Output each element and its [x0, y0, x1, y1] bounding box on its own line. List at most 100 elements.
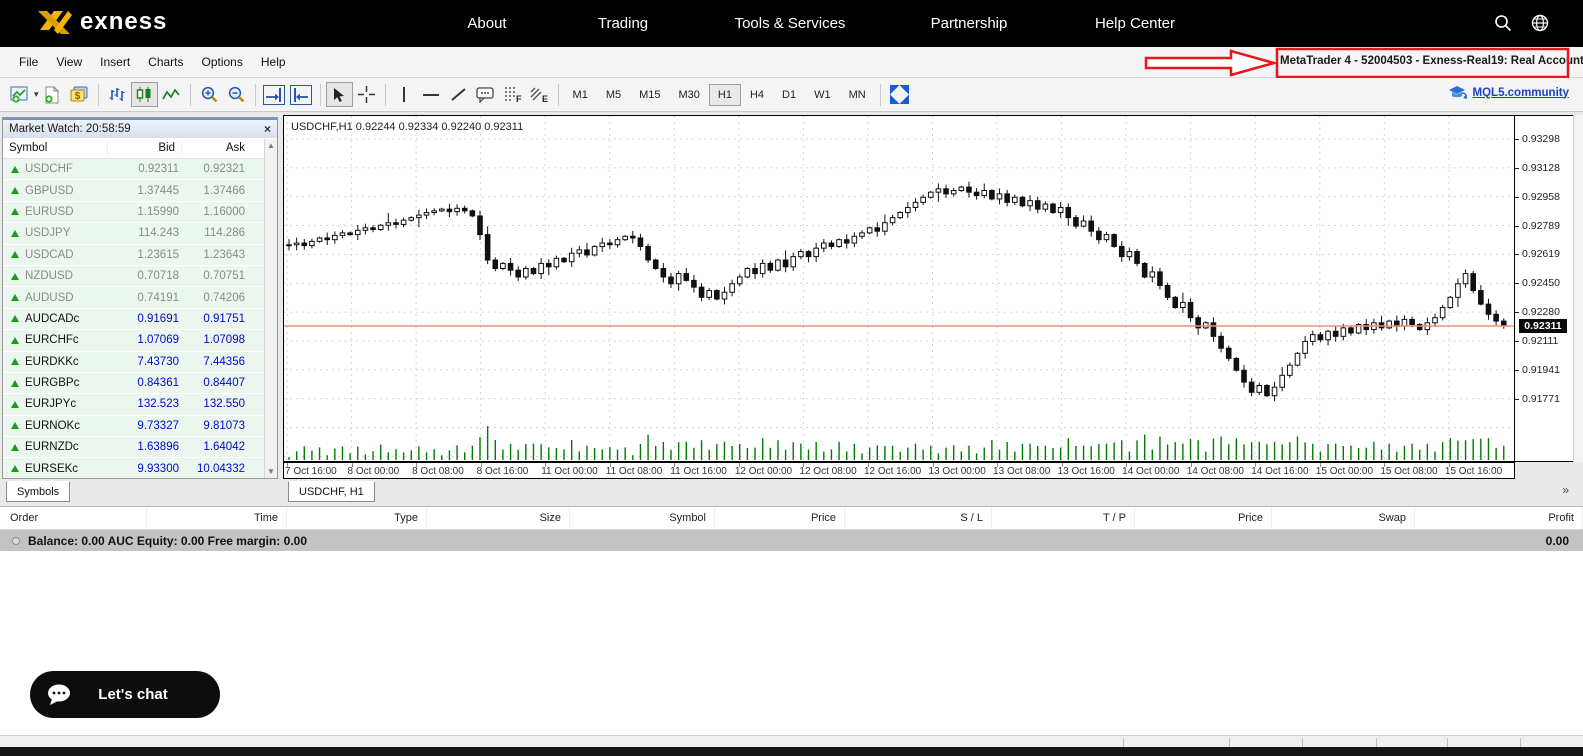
balance-row[interactable]: Balance: 0.00 AUC Equity: 0.00 Free marg… — [0, 530, 1583, 551]
time-axis-tick — [1255, 463, 1256, 467]
timeframe-m30[interactable]: M30 — [670, 84, 709, 106]
time-axis-tick — [416, 463, 417, 467]
terminal-column-symbol[interactable]: Symbol — [570, 507, 715, 529]
bid-value: 1.37445 — [111, 185, 185, 197]
price-axis[interactable]: 0.92311 0.932980.931280.929580.927890.92… — [1515, 115, 1573, 462]
market-watch-row-eurnokc[interactable]: EURNOKc9.733279.81073 — [3, 416, 264, 437]
auto-scroll-button[interactable] — [261, 82, 288, 107]
site-nav-about[interactable]: About — [467, 15, 506, 32]
column-ask[interactable]: Ask — [181, 142, 251, 154]
crosshair-button[interactable] — [353, 82, 380, 107]
chart-right-scroll-strip[interactable] — [1573, 115, 1583, 462]
vertical-line-button[interactable] — [391, 82, 418, 107]
symbols-tab[interactable]: Symbols — [6, 481, 70, 502]
zoom-in-button[interactable] — [196, 82, 223, 107]
time-axis[interactable]: 7 Oct 16:008 Oct 00:008 Oct 08:008 Oct 1… — [283, 462, 1515, 479]
up-arrow-icon — [11, 208, 19, 215]
market-watch-row-gbpusd[interactable]: GBPUSD1.374451.37466 — [3, 180, 264, 201]
fibonacci-button[interactable]: F — [499, 82, 526, 107]
terminal-column-price[interactable]: Price — [1135, 507, 1272, 529]
market-watch-row-eurjpyc[interactable]: EURJPYc132.523132.550 — [3, 394, 264, 415]
menu-options[interactable]: Options — [193, 51, 252, 73]
market-watch-row-usdchf[interactable]: USDCHF0.923110.92321 — [3, 159, 264, 180]
market-watch-row-eurchfc[interactable]: EURCHFc1.070691.07098 — [3, 330, 264, 351]
text-label-button[interactable] — [472, 82, 499, 107]
new-chart-button[interactable] — [6, 82, 33, 107]
menu-charts[interactable]: Charts — [139, 51, 192, 73]
site-navbar: exness About Trading Tools & Services Partn… — [0, 0, 1583, 47]
market-watch-row-eurgbpc[interactable]: EURGBPc0.843610.84407 — [3, 373, 264, 394]
scroll-up-icon[interactable]: ▲ — [267, 141, 275, 150]
time-axis-tick — [352, 463, 353, 467]
search-icon[interactable] — [1493, 13, 1513, 33]
menu-view[interactable]: View — [47, 51, 91, 73]
cursor-button[interactable] — [326, 82, 353, 107]
exness-logo[interactable]: exness — [38, 8, 167, 36]
app-window: exness About Trading Tools & Services Partn… — [0, 0, 1583, 756]
candlestick-chart-button[interactable] — [131, 82, 158, 107]
new-order-button[interactable] — [39, 82, 66, 107]
column-bid[interactable]: Bid — [107, 142, 181, 154]
timeframe-m15[interactable]: M15 — [630, 84, 669, 106]
terminal-column-time[interactable]: Time — [147, 507, 287, 529]
zoom-out-button[interactable] — [223, 82, 250, 107]
site-nav-tools-services[interactable]: Tools & Services — [735, 15, 846, 32]
symbols-button[interactable]: $ — [66, 82, 93, 107]
market-watch-row-eurdkkc[interactable]: EURDKKc7.437307.44356 — [3, 352, 264, 373]
menu-file[interactable]: File — [10, 51, 47, 73]
mql5-community-link[interactable]: MQL5.community — [1473, 87, 1569, 99]
terminal-column-swap[interactable]: Swap — [1272, 507, 1415, 529]
terminal-column-price[interactable]: Price — [715, 507, 845, 529]
globe-icon[interactable] — [1530, 13, 1550, 33]
collapse-dot-icon[interactable] — [12, 537, 20, 545]
terminal-column-order[interactable]: Order — [0, 507, 147, 529]
svg-text:F: F — [516, 94, 522, 103]
timeframe-h1[interactable]: H1 — [709, 84, 741, 106]
bid-value: 0.91691 — [111, 313, 185, 325]
terminal-column-profit[interactable]: Profit — [1415, 507, 1583, 529]
bid-value: 0.92311 — [111, 163, 185, 175]
market-watch-row-audusd[interactable]: AUDUSD0.741910.74206 — [3, 287, 264, 308]
timeframe-d1[interactable]: D1 — [773, 84, 805, 106]
column-symbol[interactable]: Symbol — [3, 142, 107, 154]
equidistant-channel-button[interactable]: E — [526, 82, 553, 107]
timeframe-h4[interactable]: H4 — [741, 84, 773, 106]
trendline-button[interactable] — [445, 82, 472, 107]
line-chart-button[interactable] — [158, 82, 185, 107]
market-watch-row-eurusd[interactable]: EURUSD1.159901.16000 — [3, 202, 264, 223]
market-watch-row-eursekc[interactable]: EURSEKc9.9330010.04332 — [3, 458, 264, 478]
time-axis-tick — [287, 463, 288, 467]
terminal-column-tp[interactable]: T / P — [992, 507, 1135, 529]
chat-button[interactable]: Let's chat — [30, 671, 220, 718]
price-axis-label: 0.92958 — [1522, 191, 1560, 203]
site-nav-partnership[interactable]: Partnership — [931, 15, 1008, 32]
chart-shift-button[interactable] — [288, 82, 315, 107]
bar-chart-button[interactable] — [104, 82, 131, 107]
market-watch-row-eurnzdc[interactable]: EURNZDc1.638961.64042 — [3, 437, 264, 458]
bid-value: 0.70718 — [111, 270, 185, 282]
timeframe-w1[interactable]: W1 — [805, 84, 840, 106]
fullscreen-button[interactable] — [886, 82, 913, 107]
timeframe-m5[interactable]: M5 — [597, 84, 630, 106]
price-axis-tick — [1515, 312, 1519, 313]
site-nav-trading[interactable]: Trading — [598, 15, 648, 32]
timeframe-m1[interactable]: M1 — [564, 84, 597, 106]
site-nav-help-center[interactable]: Help Center — [1095, 15, 1175, 32]
menu-insert[interactable]: Insert — [91, 51, 139, 73]
market-watch-row-usdjpy[interactable]: USDJPY114.243114.286 — [3, 223, 264, 244]
market-watch-row-usdcad[interactable]: USDCAD1.236151.23643 — [3, 245, 264, 266]
horizontal-line-button[interactable] — [418, 82, 445, 107]
terminal-column-sl[interactable]: S / L — [845, 507, 992, 529]
market-watch-close-icon[interactable]: × — [264, 122, 271, 136]
tab-overflow-icon[interactable]: » — [1562, 483, 1569, 497]
chart-tab[interactable]: USDCHF, H1 — [288, 481, 375, 502]
terminal-column-type[interactable]: Type — [287, 507, 427, 529]
market-watch-row-nzdusd[interactable]: NZDUSD0.707180.70751 — [3, 266, 264, 287]
market-watch-scrollbar[interactable]: ▲ ▼ — [264, 139, 277, 478]
market-watch-row-audcadc[interactable]: AUDCADc0.916910.91751 — [3, 309, 264, 330]
timeframe-mn[interactable]: MN — [840, 84, 875, 106]
terminal-column-size[interactable]: Size — [427, 507, 570, 529]
chart-plot-area[interactable]: USDCHF,H1 0.92244 0.92334 0.92240 0.9231… — [283, 115, 1515, 462]
scroll-down-icon[interactable]: ▼ — [267, 467, 275, 476]
menu-help[interactable]: Help — [252, 51, 295, 73]
